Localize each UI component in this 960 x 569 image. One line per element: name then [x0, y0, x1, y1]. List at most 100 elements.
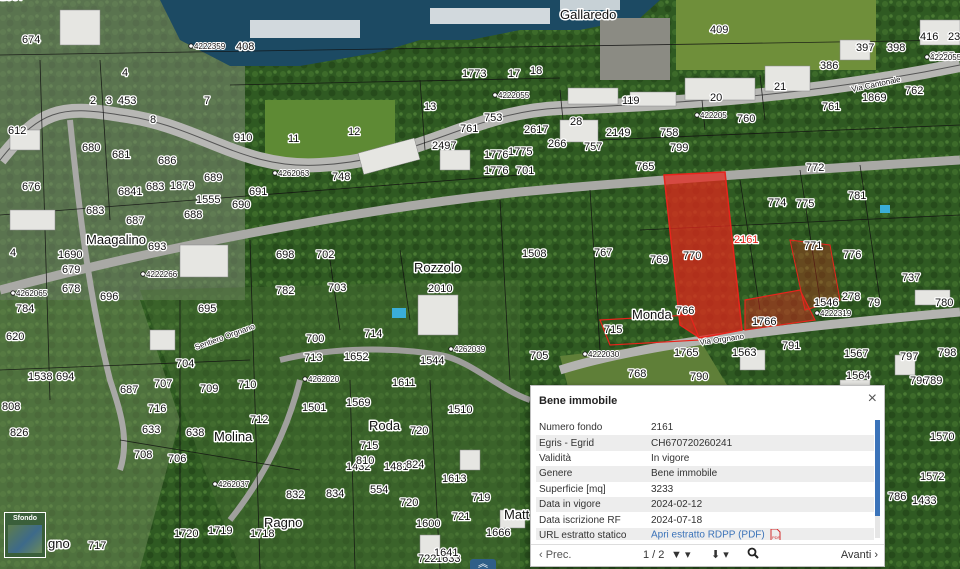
parcel-label[interactable]: 1766 [751, 315, 778, 330]
parcel-label[interactable]: 2010 [427, 282, 454, 297]
parcel-label[interactable]: 680 [81, 141, 102, 156]
zoom-icon[interactable] [747, 547, 759, 562]
parcel-label[interactable]: 1641 [433, 546, 460, 561]
parcel-label[interactable]: 2617 [523, 123, 550, 138]
parcel-label[interactable]: 703 [327, 281, 348, 296]
parcel-label[interactable]: 1433 [911, 494, 938, 509]
parcel-label[interactable]: 798 [937, 346, 958, 361]
parcel-label[interactable]: 633 [141, 423, 162, 438]
parcel-label[interactable]: 782 [275, 284, 296, 299]
parcel-label[interactable]: 701 [515, 164, 536, 179]
parcel-label[interactable]: 717 [87, 539, 108, 554]
parcel-label[interactable]: 554 [369, 483, 390, 498]
parcel-label[interactable]: 769 [649, 253, 670, 268]
parcel-label[interactable]: 789 [923, 374, 944, 389]
parcel-label[interactable]: 1775 [507, 145, 534, 160]
parcel-label[interactable]: 278 [841, 290, 862, 305]
parcel-label[interactable]: 683 [145, 180, 166, 195]
parcel-label[interactable]: 715 [359, 439, 380, 454]
parcel-label[interactable]: 17 [507, 67, 522, 82]
parcel-label[interactable]: 748 [331, 170, 352, 185]
parcel-label[interactable]: 708 [133, 448, 154, 463]
parcel-label[interactable]: 722 [417, 552, 438, 567]
parcel-label[interactable]: 696 [99, 290, 120, 305]
attribute-value-text[interactable]: Apri estratto RDPP (PDF) [651, 530, 765, 540]
parcel-label[interactable]: 716 [147, 402, 168, 417]
parcel-label-selected[interactable]: 2161 [733, 233, 760, 248]
parcel-label[interactable]: 409 [709, 23, 730, 38]
parcel-label[interactable]: 1879 [169, 179, 196, 194]
parcel-label[interactable]: 1508 [521, 247, 548, 262]
parcel-label[interactable]: 119 [621, 94, 641, 109]
parcel-label[interactable]: 1569 [345, 396, 372, 411]
parcel-label[interactable]: 799 [669, 141, 690, 156]
parcel-label[interactable]: 1776 [483, 164, 510, 179]
parcel-label[interactable]: 791 [781, 339, 802, 354]
parcel-label[interactable]: 28 [569, 115, 584, 130]
parcel-label[interactable]: 720 [409, 424, 430, 439]
parcel-label[interactable]: 2149 [605, 126, 632, 141]
parcel-label[interactable]: 719 [471, 491, 492, 506]
parcel-label[interactable]: 688 [183, 208, 204, 223]
parcel-label[interactable]: 1564 [845, 369, 872, 384]
parcel-label[interactable]: 774 [767, 196, 788, 211]
parcel-label[interactable]: 715 [603, 323, 624, 338]
parcel-label[interactable]: 737 [901, 271, 922, 286]
parcel-label[interactable]: 266 [547, 137, 568, 152]
parcel-label[interactable]: 714 [363, 327, 384, 342]
parcel-label[interactable]: 706 [167, 452, 188, 467]
parcel-label[interactable]: 1773 [461, 67, 488, 82]
parcel-label[interactable]: 810 [355, 454, 376, 469]
parcel-label[interactable]: 398 [886, 41, 907, 56]
parcel-label[interactable]: 1765 [673, 346, 700, 361]
parcel-label[interactable]: 620 [5, 330, 26, 345]
pdf-extract-link[interactable]: Apri estratto RDPP (PDF) PDF [651, 529, 874, 540]
parcel-label[interactable]: 695 [197, 302, 218, 317]
parcel-label[interactable]: 693 [147, 240, 168, 255]
parcel-label[interactable]: 11 [287, 132, 301, 147]
parcel-label[interactable]: 704 [175, 357, 196, 372]
parcel-label[interactable]: 20 [709, 91, 724, 106]
parcel-label[interactable]: 824 [405, 458, 426, 473]
parcel-label[interactable]: 760 [736, 112, 757, 127]
parcel-label[interactable]: 691 [248, 185, 269, 200]
parcel-label[interactable]: 1776 [483, 148, 510, 163]
parcel-label[interactable]: 826 [9, 426, 30, 441]
parcel-label[interactable]: 1501 [301, 401, 328, 416]
parcel-label[interactable]: 832 [285, 488, 306, 503]
parcel-label[interactable]: 453 [117, 94, 138, 109]
parcel-label[interactable]: 4 [121, 66, 130, 81]
parcel-label[interactable]: 1869 [861, 91, 888, 106]
parcel-label[interactable]: 3 [105, 94, 114, 109]
parcel-label[interactable]: 702 [315, 248, 336, 263]
parcel-label[interactable]: 23 [947, 30, 960, 45]
parcel-label[interactable]: 776 [842, 248, 863, 263]
parcel-label[interactable]: 18 [529, 64, 544, 79]
parcel-label[interactable]: 713 [303, 351, 324, 366]
popup-scrollbar-thumb[interactable] [875, 420, 880, 516]
parcel-label[interactable]: 386 [819, 59, 840, 74]
parcel-label[interactable]: 1719 [207, 524, 234, 539]
parcel-label[interactable]: 761 [821, 100, 842, 115]
parcel-label[interactable]: 775 [795, 197, 816, 212]
parcel-label[interactable]: 767 [593, 246, 614, 261]
parcel-label[interactable]: 709 [199, 382, 220, 397]
parcel-label[interactable]: 1718 [249, 527, 276, 542]
parcel-label[interactable]: 416 [919, 30, 940, 45]
parcel-label[interactable]: 21 [773, 80, 788, 95]
next-button[interactable]: Avanti › [841, 549, 878, 561]
parcel-label[interactable]: 797 [899, 350, 920, 365]
parcel-label[interactable]: 687 [125, 214, 146, 229]
parcel-label[interactable]: 758 [659, 126, 680, 141]
filter-icon[interactable]: ▼ ▾ [671, 548, 690, 561]
parcel-label[interactable]: 1481 [383, 460, 410, 475]
parcel-label[interactable]: 1600 [415, 517, 442, 532]
parcel-label[interactable]: 1510 [447, 403, 474, 418]
parcel-label[interactable]: 8 [149, 113, 158, 128]
parcel-label[interactable]: 700 [305, 332, 326, 347]
parcel-label[interactable]: 6841 [117, 185, 144, 200]
parcel-label[interactable]: 784 [15, 302, 36, 317]
parcel-label[interactable]: 397 [855, 41, 876, 56]
parcel-label[interactable]: 679 [61, 263, 82, 278]
parcel-label[interactable]: 771 [803, 239, 824, 254]
